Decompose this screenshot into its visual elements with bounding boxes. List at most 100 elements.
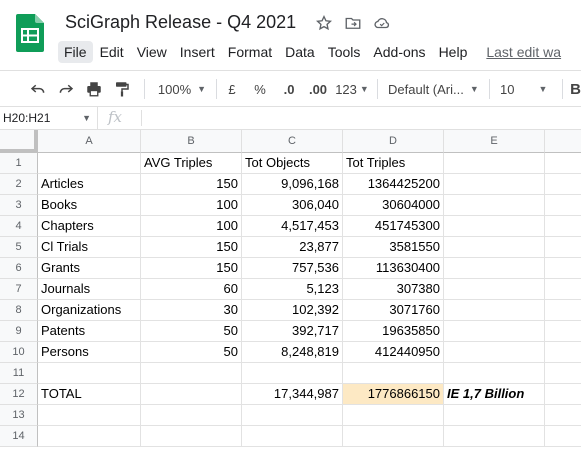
cell-d13[interactable] — [343, 405, 444, 426]
cell-f5[interactable] — [545, 237, 581, 258]
cell-a5[interactable]: Cl Trials — [38, 237, 141, 258]
column-header-d[interactable]: D — [343, 130, 444, 153]
currency-format-button[interactable]: £ — [224, 77, 240, 101]
row-header-4[interactable]: 4 — [0, 216, 38, 237]
cell-f14[interactable] — [545, 426, 581, 447]
cell-b12[interactable] — [141, 384, 242, 405]
font-family-select[interactable]: Default (Ari... ▼ — [388, 77, 482, 101]
column-header-e[interactable]: E — [444, 130, 545, 153]
percent-format-button[interactable]: % — [252, 77, 268, 101]
cell-b1[interactable]: AVG Triples — [141, 153, 242, 174]
menu-add-ons[interactable]: Add-ons — [367, 41, 431, 63]
column-header-c[interactable]: C — [242, 130, 343, 153]
row-header-6[interactable]: 6 — [0, 258, 38, 279]
cell-a8[interactable]: Organizations — [38, 300, 141, 321]
cell-d9[interactable]: 19635850 — [343, 321, 444, 342]
cell-d14[interactable] — [343, 426, 444, 447]
cell-d7[interactable]: 307380 — [343, 279, 444, 300]
cell-e5[interactable] — [444, 237, 545, 258]
column-header-b[interactable]: B — [141, 130, 242, 153]
cell-c12[interactable]: 17,344,987 — [242, 384, 343, 405]
cell-d5[interactable]: 3581550 — [343, 237, 444, 258]
cell-d11[interactable] — [343, 363, 444, 384]
row-header-8[interactable]: 8 — [0, 300, 38, 321]
cell-f10[interactable] — [545, 342, 581, 363]
row-header-2[interactable]: 2 — [0, 174, 38, 195]
redo-icon[interactable] — [56, 77, 76, 101]
cell-b11[interactable] — [141, 363, 242, 384]
font-size-select[interactable]: 10 ▼ — [500, 77, 556, 101]
cell-a4[interactable]: Chapters — [38, 216, 141, 237]
cell-a14[interactable] — [38, 426, 141, 447]
cell-f1[interactable] — [545, 153, 581, 174]
cell-a12[interactable]: TOTAL — [38, 384, 141, 405]
row-header-5[interactable]: 5 — [0, 237, 38, 258]
cell-c2[interactable]: 9,096,168 — [242, 174, 343, 195]
cell-e7[interactable] — [444, 279, 545, 300]
cell-d8[interactable]: 3071760 — [343, 300, 444, 321]
last-edit-link[interactable]: Last edit wa — [486, 44, 561, 60]
undo-icon[interactable] — [28, 77, 48, 101]
number-format-select[interactable]: 123 ▼ — [334, 77, 370, 101]
cloud-saved-icon[interactable] — [373, 14, 391, 32]
increase-decimal-button[interactable]: .00 — [305, 77, 331, 101]
cell-a10[interactable]: Persons — [38, 342, 141, 363]
print-icon[interactable] — [84, 77, 104, 101]
cell-c11[interactable] — [242, 363, 343, 384]
cell-b7[interactable]: 60 — [141, 279, 242, 300]
cell-e13[interactable] — [444, 405, 545, 426]
cell-c4[interactable]: 4,517,453 — [242, 216, 343, 237]
row-header-11[interactable]: 11 — [0, 363, 38, 384]
cell-e1[interactable] — [444, 153, 545, 174]
cell-d6[interactable]: 113630400 — [343, 258, 444, 279]
row-header-7[interactable]: 7 — [0, 279, 38, 300]
cell-b10[interactable]: 50 — [141, 342, 242, 363]
cell-b6[interactable]: 150 — [141, 258, 242, 279]
cell-d4[interactable]: 451745300 — [343, 216, 444, 237]
row-header-14[interactable]: 14 — [0, 426, 38, 447]
cell-b2[interactable]: 150 — [141, 174, 242, 195]
cell-f13[interactable] — [545, 405, 581, 426]
menu-edit[interactable]: Edit — [94, 41, 130, 63]
cell-a3[interactable]: Books — [38, 195, 141, 216]
cell-b13[interactable] — [141, 405, 242, 426]
cell-f11[interactable] — [545, 363, 581, 384]
cell-d2[interactable]: 1364425200 — [343, 174, 444, 195]
cell-e11[interactable] — [444, 363, 545, 384]
cell-b14[interactable] — [141, 426, 242, 447]
cell-d3[interactable]: 30604000 — [343, 195, 444, 216]
cell-c9[interactable]: 392,717 — [242, 321, 343, 342]
row-header-10[interactable]: 10 — [0, 342, 38, 363]
zoom-select[interactable]: 100% ▼ — [154, 77, 210, 101]
row-header-13[interactable]: 13 — [0, 405, 38, 426]
cell-a9[interactable]: Patents — [38, 321, 141, 342]
decrease-decimal-button[interactable]: .0 — [278, 77, 300, 101]
cell-c10[interactable]: 8,248,819 — [242, 342, 343, 363]
column-header-a[interactable]: A — [38, 130, 141, 153]
sheets-logo-icon[interactable] — [16, 14, 44, 52]
row-header-9[interactable]: 9 — [0, 321, 38, 342]
cell-b8[interactable]: 30 — [141, 300, 242, 321]
cell-b3[interactable]: 100 — [141, 195, 242, 216]
cell-c5[interactable]: 23,877 — [242, 237, 343, 258]
cell-f3[interactable] — [545, 195, 581, 216]
menu-view[interactable]: View — [131, 41, 173, 63]
cell-b9[interactable]: 50 — [141, 321, 242, 342]
cell-a1[interactable] — [38, 153, 141, 174]
cell-d1[interactable]: Tot Triples — [343, 153, 444, 174]
cell-a2[interactable]: Articles — [38, 174, 141, 195]
cell-f2[interactable] — [545, 174, 581, 195]
cell-f8[interactable] — [545, 300, 581, 321]
cell-c8[interactable]: 102,392 — [242, 300, 343, 321]
cell-e6[interactable] — [444, 258, 545, 279]
select-all-corner[interactable] — [0, 130, 38, 153]
cell-c13[interactable] — [242, 405, 343, 426]
cell-c3[interactable]: 306,040 — [242, 195, 343, 216]
row-header-1[interactable]: 1 — [0, 153, 38, 174]
cell-c1[interactable]: Tot Objects — [242, 153, 343, 174]
cell-a6[interactable]: Grants — [38, 258, 141, 279]
cell-f6[interactable] — [545, 258, 581, 279]
cell-c6[interactable]: 757,536 — [242, 258, 343, 279]
cell-d10[interactable]: 412440950 — [343, 342, 444, 363]
menu-insert[interactable]: Insert — [174, 41, 221, 63]
